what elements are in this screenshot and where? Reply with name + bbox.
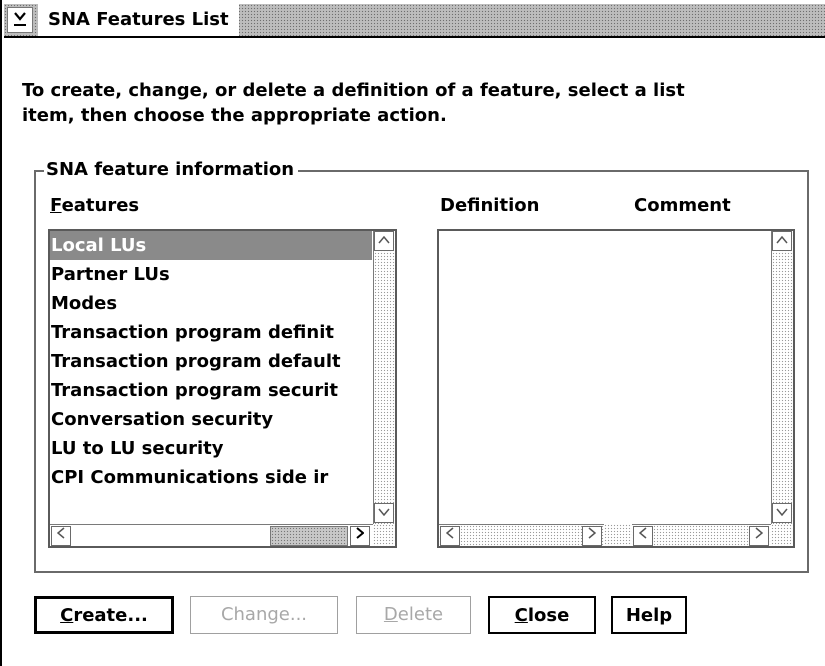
definition-horizontal-scrollbar[interactable]	[439, 524, 604, 546]
scroll-up-icon[interactable]	[772, 231, 792, 251]
features-horizontal-scrollbar[interactable]	[50, 524, 373, 546]
scroll-down-icon[interactable]	[772, 503, 792, 523]
features-label: Features	[50, 195, 140, 216]
scrollbar-corner	[771, 524, 793, 546]
scroll-right-icon[interactable]	[749, 526, 769, 546]
list-item[interactable]: Modes	[50, 289, 372, 318]
features-vertical-scrollbar[interactable]	[373, 231, 395, 524]
close-button[interactable]: Close	[488, 596, 596, 634]
scroll-left-icon[interactable]	[633, 526, 653, 546]
comment-column-header: Comment	[634, 195, 731, 216]
list-item[interactable]: Transaction program default	[50, 347, 372, 376]
scroll-right-icon[interactable]	[350, 526, 370, 546]
definition-vertical-scrollbar[interactable]	[771, 231, 793, 524]
features-listbox[interactable]: Local LUs Partner LUs Modes Transaction pro…	[48, 229, 397, 548]
list-item[interactable]: Partner LUs	[50, 260, 372, 289]
scroll-left-icon[interactable]	[440, 526, 460, 546]
scrollbar-corner	[373, 524, 395, 546]
horizontal-scroll-thumb[interactable]	[270, 526, 348, 546]
list-item[interactable]: CPI Communications side ir	[50, 463, 372, 492]
sna-features-window: SNA Features List To create, change, or …	[0, 0, 825, 666]
system-menu-icon[interactable]	[7, 7, 33, 33]
title-bar[interactable]: SNA Features List	[4, 4, 825, 38]
comment-horizontal-scrollbar[interactable]	[632, 524, 771, 546]
scroll-left-icon[interactable]	[51, 526, 71, 546]
window-title: SNA Features List	[38, 4, 239, 36]
list-item[interactable]: Transaction program definit	[50, 318, 372, 347]
instructions-text: To create, change, or delete a definitio…	[22, 80, 685, 126]
list-item[interactable]: Transaction program securit	[50, 376, 372, 405]
change-button[interactable]: Change...	[190, 596, 338, 634]
features-list: Local LUs Partner LUs Modes Transaction pro…	[50, 231, 372, 524]
groupbox-legend: SNA feature information	[44, 158, 299, 182]
list-item[interactable]: Conversation security	[50, 405, 372, 434]
help-button[interactable]: Help	[611, 596, 687, 634]
scroll-down-icon[interactable]	[374, 503, 394, 523]
scroll-right-icon[interactable]	[582, 526, 602, 546]
create-button[interactable]: Create...	[34, 596, 174, 634]
list-item[interactable]: Local LUs	[50, 231, 372, 260]
column-separator	[632, 231, 634, 524]
definition-column-header: Definition	[440, 195, 540, 216]
definition-listbox[interactable]	[437, 229, 795, 548]
delete-button[interactable]: Delete	[356, 596, 471, 634]
scroll-up-icon[interactable]	[374, 231, 394, 251]
list-item[interactable]: LU to LU security	[50, 434, 372, 463]
scrollbar-gap	[604, 524, 632, 546]
